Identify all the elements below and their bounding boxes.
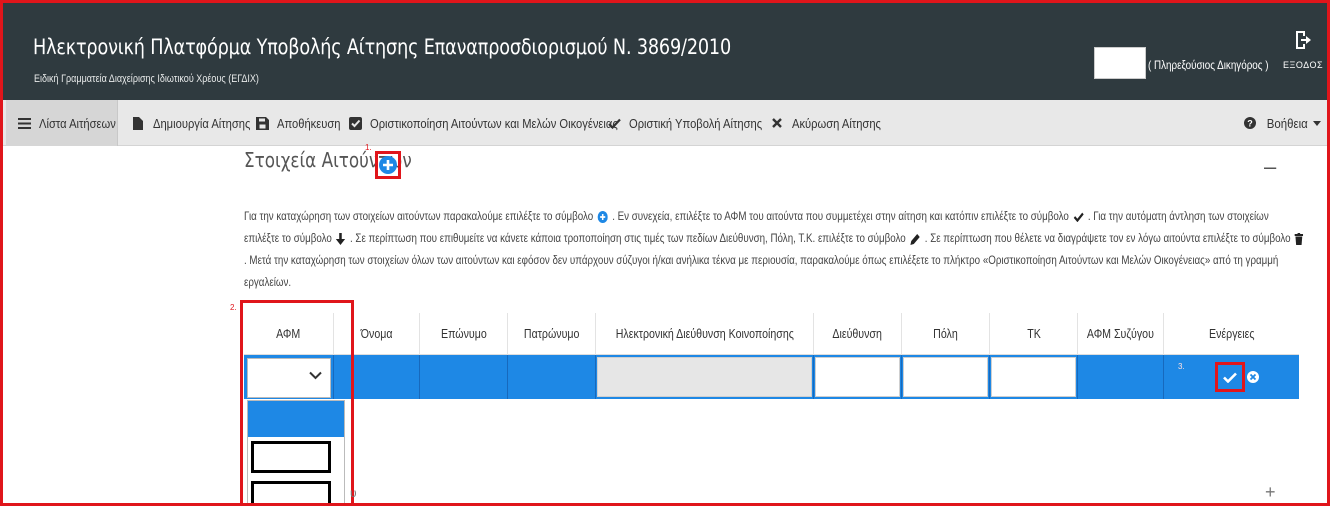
close-circle-icon[interactable] xyxy=(1246,371,1259,383)
confirm-button[interactable] xyxy=(1214,362,1245,392)
logout-button[interactable]: ΕΞΟΔΟΣ xyxy=(1283,30,1323,70)
close-icon xyxy=(770,116,784,130)
partial-text: υ xyxy=(350,486,357,500)
col-header-postal: ΤΚ xyxy=(990,313,1078,355)
col-header-spouse-afm: ΑΦΜ Συζύγου xyxy=(1078,313,1164,355)
app-subtitle: Ειδική Γραμματεία Διαχείρισης Ιδιωτικού … xyxy=(34,73,259,85)
app-header: Ηλεκτρονική Πλατφόρμα Υποβολής Αίτησης Ε… xyxy=(3,3,1327,100)
afm-highlight-box xyxy=(240,300,354,506)
save-icon xyxy=(255,116,269,130)
check-icon xyxy=(1222,372,1237,383)
toolbar-save-button[interactable]: Αποθήκευση xyxy=(255,100,351,146)
caret-down-icon xyxy=(1313,120,1321,126)
file-icon xyxy=(131,116,145,130)
logout-label: ΕΞΟΔΟΣ xyxy=(1283,60,1324,70)
trash-icon xyxy=(1295,232,1304,245)
list-icon xyxy=(18,116,31,130)
step-2-marker: 2. xyxy=(230,303,237,312)
toolbar-create-label: Δημιουργία Αίτησης xyxy=(153,115,251,131)
step-1-marker: 1. xyxy=(365,143,372,152)
pencil-icon xyxy=(910,233,920,245)
table-header: ΑΦΜ Όνομα Επώνυμο Πατρώνυμο Ηλεκτρονική … xyxy=(244,313,1299,355)
instr-part-5: . Σε περίπτωση που θέλετε να διαγράψετε … xyxy=(924,233,1291,245)
app-title: Ηλεκτρονική Πλατφόρμα Υποβολής Αίτησης Ε… xyxy=(33,35,732,59)
toolbar-cancel-label: Ακύρωση Αίτησης xyxy=(792,115,881,131)
toolbar-finalize-label: Οριστικοποίηση Αιτούντων και Μελών Οικογ… xyxy=(370,115,618,131)
table-row xyxy=(244,355,1299,399)
col-header-city: Πόλη xyxy=(902,313,990,355)
user-role: ( Πληρεξούσιος Δικηγόρος ) xyxy=(1148,58,1269,72)
email-field xyxy=(597,357,812,397)
postal-code-field[interactable] xyxy=(991,357,1076,397)
toolbar-list-button[interactable]: Λίστα Αιτήσεων xyxy=(6,100,118,146)
arrow-down-icon xyxy=(336,232,346,245)
add-applicant-button[interactable] xyxy=(375,151,401,179)
toolbar-submit-button[interactable]: Οριστική Υποβολή Αίτησης xyxy=(607,100,784,146)
step-3-marker: 3. xyxy=(1178,362,1185,371)
instructions-text: Για την καταχώρηση των στοιχείων αιτούντ… xyxy=(244,206,1304,294)
instr-part-1: Για την καταχώρηση των στοιχείων αιτούντ… xyxy=(244,211,594,223)
check-icon xyxy=(607,116,621,130)
cell-surname xyxy=(420,355,508,399)
cell-address xyxy=(814,355,902,399)
cell-spouse-afm xyxy=(1078,355,1164,399)
city-field[interactable] xyxy=(903,357,988,397)
instr-part-2: . Εν συνεχεία, επιλέξτε το ΑΦΜ του αιτού… xyxy=(612,211,1069,223)
help-label: Βοήθεια xyxy=(1267,115,1309,131)
col-header-actions: Ενέργειες xyxy=(1208,327,1255,341)
user-name-redacted xyxy=(1094,47,1146,79)
toolbar-cancel-button[interactable]: Ακύρωση Αίτησης xyxy=(770,100,895,146)
col-header-fathername: Πατρώνυμο xyxy=(508,313,596,355)
address-field[interactable] xyxy=(815,357,900,397)
toolbar-submit-label: Οριστική Υποβολή Αίτησης xyxy=(629,115,763,131)
cell-email xyxy=(596,355,814,399)
svg-text:?: ? xyxy=(1248,119,1254,129)
help-menu[interactable]: ? Βοήθεια xyxy=(1244,100,1321,146)
col-header-surname: Επώνυμο xyxy=(420,313,508,355)
logout-icon xyxy=(1296,31,1311,49)
instr-part-4: . Σε περίπτωση που επιθυμείτε να κάνετε … xyxy=(349,233,906,245)
plus-circle-icon xyxy=(597,210,608,223)
toolbar: Λίστα Αιτήσεων Δημιουργία Αίτησης Αποθήκ… xyxy=(3,100,1327,146)
plus-circle-icon xyxy=(379,156,397,174)
check-icon xyxy=(1073,212,1084,222)
expand-button[interactable]: + xyxy=(1265,482,1276,503)
collapse-button[interactable]: – xyxy=(1264,154,1276,180)
instr-part-6: . Μετά την καταχώρηση των στοιχείων όλων… xyxy=(244,255,1279,289)
cell-fathername xyxy=(508,355,596,399)
question-icon: ? xyxy=(1244,117,1257,129)
toolbar-save-label: Αποθήκευση xyxy=(277,115,341,131)
toolbar-create-button[interactable]: Δημιουργία Αίτησης xyxy=(131,100,266,146)
checkbox-icon xyxy=(348,116,362,130)
toolbar-list-label: Λίστα Αιτήσεων xyxy=(39,115,116,131)
cell-postal xyxy=(990,355,1078,399)
col-header-address: Διεύθυνση xyxy=(814,313,902,355)
cell-city xyxy=(902,355,990,399)
col-header-email: Ηλεκτρονική Διεύθυνση Κοινοποίησης xyxy=(596,313,814,355)
